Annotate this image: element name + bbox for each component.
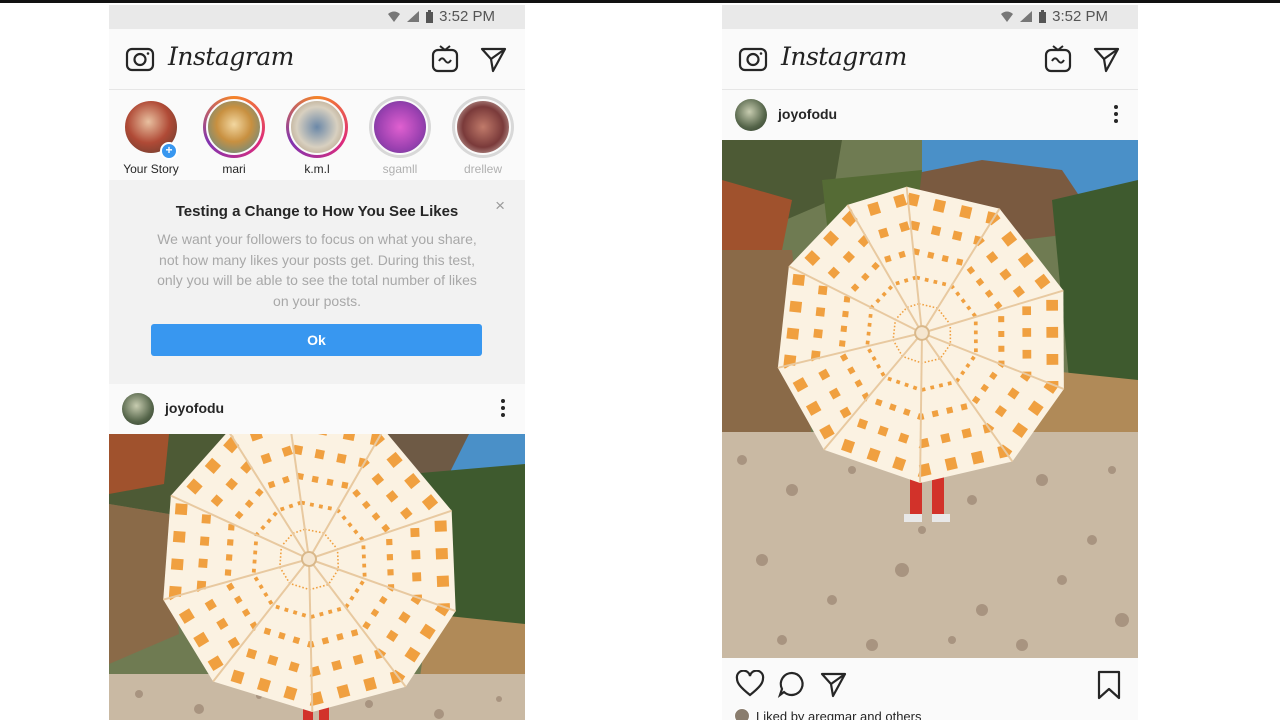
liked-by-text[interactable]: Liked by aregmar and others <box>756 709 921 720</box>
phone-screen-feed-with-notice: 3:52 PM Instagram + Your Story mari k.m.… <box>109 5 525 720</box>
post-header: joyofodu <box>109 384 525 434</box>
status-time: 3:52 PM <box>1052 8 1108 25</box>
wifi-icon <box>1001 11 1014 22</box>
story-label: k.m.l <box>304 162 330 176</box>
story-avatar <box>455 99 511 155</box>
igtv-icon[interactable] <box>1044 45 1072 73</box>
top-border <box>0 0 1280 3</box>
avatar[interactable] <box>735 99 767 131</box>
story-ring <box>369 96 431 158</box>
story-sgamll[interactable]: sgamll <box>364 96 436 176</box>
bookmark-icon[interactable] <box>1096 670 1122 700</box>
app-logo: Instagram <box>168 42 294 71</box>
story-ring <box>286 96 348 158</box>
signal-icon <box>1020 11 1033 22</box>
post-photo[interactable] <box>722 140 1138 658</box>
wifi-icon <box>388 11 401 22</box>
camera-icon[interactable] <box>738 45 768 73</box>
post-username[interactable]: joyofodu <box>778 106 837 122</box>
story-ring <box>452 96 514 158</box>
liked-by-row: Liked by aregmar and others <box>734 708 921 720</box>
status-time: 3:52 PM <box>439 8 495 25</box>
status-bar: 3:52 PM <box>109 5 525 29</box>
app-header: Instagram <box>109 29 525 90</box>
signal-icon <box>407 11 420 22</box>
notice-body: We want your followers to focus on what … <box>157 231 477 309</box>
battery-icon <box>426 9 434 23</box>
story-avatar <box>206 99 262 155</box>
phone-screen-feed: 3:52 PM Instagram joyofodu Liked by areg… <box>722 5 1138 720</box>
story-label: sgamll <box>382 162 418 176</box>
comment-icon[interactable] <box>777 670 807 698</box>
avatar[interactable] <box>122 393 154 425</box>
story-label: mari <box>222 162 246 176</box>
umbrella-photo-image <box>109 434 525 720</box>
status-bar: 3:52 PM <box>722 5 1138 29</box>
igtv-icon[interactable] <box>431 45 459 73</box>
story-ring <box>203 96 265 158</box>
stories-tray: + Your Story mari k.m.l sgamll drellew <box>109 90 525 180</box>
post-photo[interactable] <box>109 434 525 720</box>
story-your-story[interactable]: + Your Story <box>115 96 187 176</box>
heart-icon[interactable] <box>735 670 765 698</box>
likes-test-notice: Testing a Change to How You See Likes × … <box>109 180 525 384</box>
close-icon[interactable]: × <box>495 196 505 216</box>
story-avatar <box>372 99 428 155</box>
post-username[interactable]: joyofodu <box>165 400 224 416</box>
post-header: joyofodu <box>722 90 1138 140</box>
notice-title: Testing a Change to How You See Likes <box>175 203 459 220</box>
camera-icon[interactable] <box>125 45 155 73</box>
avatar <box>734 708 750 720</box>
story-drellew[interactable]: drellew <box>447 96 519 176</box>
more-options-icon[interactable] <box>501 399 505 420</box>
story-kml[interactable]: k.m.l <box>281 96 353 176</box>
app-header: Instagram <box>722 29 1138 90</box>
story-label: drellew <box>463 162 502 176</box>
story-avatar <box>289 99 345 155</box>
direct-message-icon[interactable] <box>1092 45 1120 73</box>
ok-button[interactable]: Ok <box>151 324 482 356</box>
story-mari[interactable]: mari <box>198 96 270 176</box>
more-options-icon[interactable] <box>1114 105 1118 126</box>
battery-icon <box>1039 9 1047 23</box>
post-actions-bar: Liked by aregmar and others <box>722 658 1138 720</box>
add-story-icon[interactable]: + <box>160 142 178 160</box>
app-logo: Instagram <box>781 42 907 71</box>
umbrella-photo-image <box>722 140 1138 658</box>
direct-message-icon[interactable] <box>479 45 507 73</box>
story-label: Your Story <box>123 162 179 176</box>
share-icon[interactable] <box>818 670 848 698</box>
